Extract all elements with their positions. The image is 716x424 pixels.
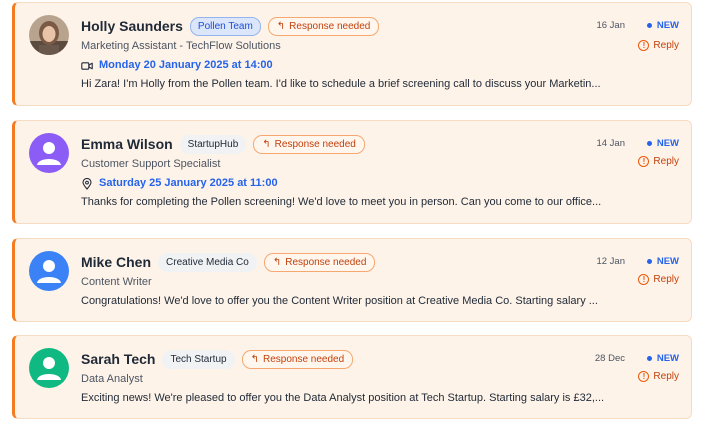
message-preview: Hi Zara! I'm Holly from the Pollen team.… bbox=[81, 78, 601, 90]
avatar bbox=[29, 251, 69, 291]
reply-arrow-icon: ↰ bbox=[276, 20, 286, 32]
reply-button[interactable]: ! Reply bbox=[638, 371, 679, 382]
event-line[interactable]: Monday 20 January 2025 at 14:00 bbox=[81, 58, 631, 73]
message-date: 16 Jan bbox=[596, 20, 625, 31]
job-role: Marketing Assistant - TechFlow Solutions bbox=[81, 40, 281, 52]
alert-circle-icon: ! bbox=[638, 371, 650, 382]
avatar bbox=[29, 15, 69, 55]
sender-name: Mike Chen bbox=[81, 254, 152, 270]
reply-button[interactable]: ! Reply bbox=[638, 274, 679, 285]
message-preview: Thanks for completing the Pollen screeni… bbox=[81, 196, 602, 208]
alert-circle-icon: ! bbox=[638, 156, 650, 167]
company-tag: Tech Startup bbox=[162, 349, 235, 369]
response-needed-badge: ↰ Response needed bbox=[241, 349, 354, 369]
reply-button[interactable]: ! Reply bbox=[638, 156, 679, 167]
message-date: 12 Jan bbox=[596, 256, 625, 267]
response-needed-badge: ↰ Response needed bbox=[253, 134, 365, 154]
response-needed-badge: ↰ Response needed bbox=[263, 252, 376, 272]
new-status: NEW bbox=[646, 256, 679, 267]
new-dot-icon bbox=[646, 356, 652, 361]
message-card[interactable]: Holly Saunders Pollen Team ↰ Response nee… bbox=[12, 2, 692, 106]
reply-button[interactable]: ! Reply bbox=[638, 40, 679, 51]
job-role: Data Analyst bbox=[81, 373, 143, 385]
message-date: 28 Dec bbox=[594, 353, 625, 364]
sender-name: Holly Saunders bbox=[81, 18, 183, 34]
new-status: NEW bbox=[646, 138, 679, 149]
message-card[interactable]: Mike Chen Creative Media Co ↰ Response ne… bbox=[12, 238, 692, 322]
job-role: Content Writer bbox=[81, 276, 152, 288]
reply-arrow-icon: ↰ bbox=[262, 138, 271, 150]
event-datetime: Saturday 25 January 2025 at 11:00 bbox=[99, 177, 278, 189]
job-role: Customer Support Specialist bbox=[81, 158, 221, 170]
message-date: 14 Jan bbox=[596, 138, 625, 149]
video-camera-icon bbox=[81, 60, 93, 72]
location-pin-icon bbox=[81, 177, 93, 190]
reply-arrow-icon: ↰ bbox=[272, 256, 282, 268]
response-needed-badge: ↰ Response needed bbox=[267, 16, 380, 36]
avatar bbox=[29, 348, 69, 388]
sender-name: Emma Wilson bbox=[81, 136, 173, 152]
new-dot-icon bbox=[646, 23, 652, 28]
event-line[interactable]: Saturday 25 January 2025 at 11:00 bbox=[81, 176, 631, 191]
company-tag: Pollen Team bbox=[189, 16, 261, 36]
new-dot-icon bbox=[646, 141, 652, 146]
reply-arrow-icon: ↰ bbox=[250, 353, 259, 365]
company-tag: StartupHub bbox=[179, 134, 247, 154]
sender-name: Sarah Tech bbox=[81, 351, 156, 367]
avatar bbox=[29, 133, 69, 173]
new-status: NEW bbox=[646, 20, 679, 31]
message-preview: Congratulations! We'd love to offer you … bbox=[81, 295, 598, 307]
new-status: NEW bbox=[646, 353, 679, 364]
message-card[interactable]: Emma Wilson StartupHub ↰ Response needed … bbox=[12, 120, 692, 224]
company-tag: Creative Media Co bbox=[158, 252, 257, 272]
message-preview: Exciting news! We're pleased to offer yo… bbox=[81, 392, 605, 404]
new-dot-icon bbox=[646, 259, 652, 264]
alert-circle-icon: ! bbox=[638, 40, 650, 51]
message-card[interactable]: Sarah Tech Tech Startup ↰ Response needed… bbox=[12, 335, 692, 419]
event-datetime: Monday 20 January 2025 at 14:00 bbox=[99, 59, 273, 71]
alert-circle-icon: ! bbox=[638, 274, 650, 285]
